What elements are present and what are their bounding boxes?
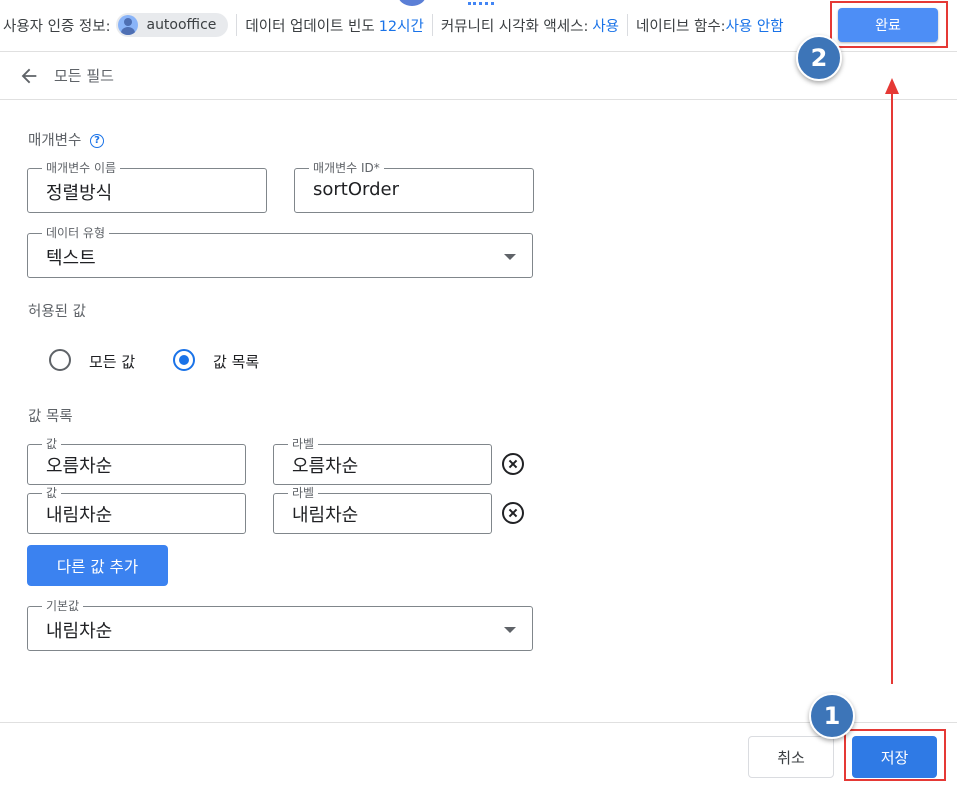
all-fields-title: 모든 필드 [54,67,114,85]
credentials-label: 사용자 인증 정보: [3,18,111,35]
label-legend: 라벨 [288,437,319,451]
more-dots-icon[interactable] [468,2,494,6]
parameter-id-legend: 매개변수 ID* [309,161,384,175]
step-2-badge: 2 [796,35,842,81]
label-legend: 라벨 [288,486,319,500]
parameter-name-legend: 매개변수 이름 [42,161,121,175]
parameter-section-label: 매개변수 ? [28,129,104,150]
back-arrow-icon[interactable] [18,65,40,87]
cancel-button[interactable]: 취소 [748,736,834,778]
default-value-legend: 기본값 [42,599,84,613]
value-legend: 값 [42,437,62,451]
remove-value-icon[interactable] [502,453,524,475]
help-icon[interactable]: ? [89,134,104,148]
save-button-highlight [844,729,946,781]
parameter-name-field[interactable]: 매개변수 이름 정렬방식 [27,161,267,213]
data-source-info-row: 사용자 인증 정보: autooffice 데이터 업데이트 빈도 12시간 커… [0,10,792,40]
value-text: 내림차순 [46,505,113,526]
freshness-label: 데이터 업데이트 빈도 [245,18,375,35]
done-button-highlight [830,1,948,48]
radio-any-value[interactable] [49,349,71,371]
label-text: 내림차순 [292,505,359,526]
account-avatar-icon [118,15,139,35]
value-list-label: 값 목록 [28,409,73,425]
radio-value-list-label[interactable]: 값 목록 [213,351,259,372]
parameter-id-value: sortOrder [313,179,400,200]
data-type-value: 텍스트 [46,248,96,269]
data-freshness-info: 데이터 업데이트 빈도 12시간 [237,14,433,36]
value-legend: 값 [42,486,62,500]
chevron-down-icon [504,253,516,260]
freshness-link[interactable]: 12시간 [379,15,424,36]
label-text: 오름차순 [292,456,359,477]
native-label: 네이티브 함수: [636,18,726,35]
data-type-select[interactable]: 데이터 유형 텍스트 [27,226,533,278]
data-type-legend: 데이터 유형 [42,226,110,240]
remove-value-icon[interactable] [502,502,524,524]
up-arrow-annotation [885,78,899,684]
parameter-id-field[interactable]: 매개변수 ID* sortOrder [294,161,534,213]
native-link[interactable]: 사용 안함 [726,15,784,36]
parameter-label: 매개변수 [28,133,82,149]
value-input[interactable]: 값 내림차순 [27,486,246,534]
native-functions-info: 네이티브 함수: 사용 안함 [628,14,792,36]
allowed-values-label: 허용된 값 [28,304,86,320]
step-1-badge: 1 [809,693,855,739]
community-viz-info: 커뮤니티 시각화 액세스: 사용 [433,14,629,36]
value-input[interactable]: 값 오름차순 [27,437,246,485]
radio-value-list[interactable] [173,349,195,371]
label-input[interactable]: 라벨 내림차순 [273,486,492,534]
parameter-name-value: 정렬방식 [46,183,113,204]
account-name: autooffice [146,17,217,33]
default-value-select[interactable]: 기본값 내림차순 [27,599,533,651]
add-another-value-button[interactable]: 다른 값 추가 [27,545,168,586]
value-text: 오름차순 [46,456,113,477]
radio-any-value-label[interactable]: 모든 값 [89,351,135,372]
partial-avatar-icon [398,0,426,6]
label-input[interactable]: 라벨 오름차순 [273,437,492,485]
default-value-text: 내림차순 [46,621,113,642]
chevron-down-icon [504,626,516,633]
community-link[interactable]: 사용 [592,15,619,36]
credentials-info: 사용자 인증 정보: autooffice [0,13,238,37]
community-label: 커뮤니티 시각화 액세스: [440,18,589,35]
account-chip[interactable]: autooffice [116,13,229,37]
